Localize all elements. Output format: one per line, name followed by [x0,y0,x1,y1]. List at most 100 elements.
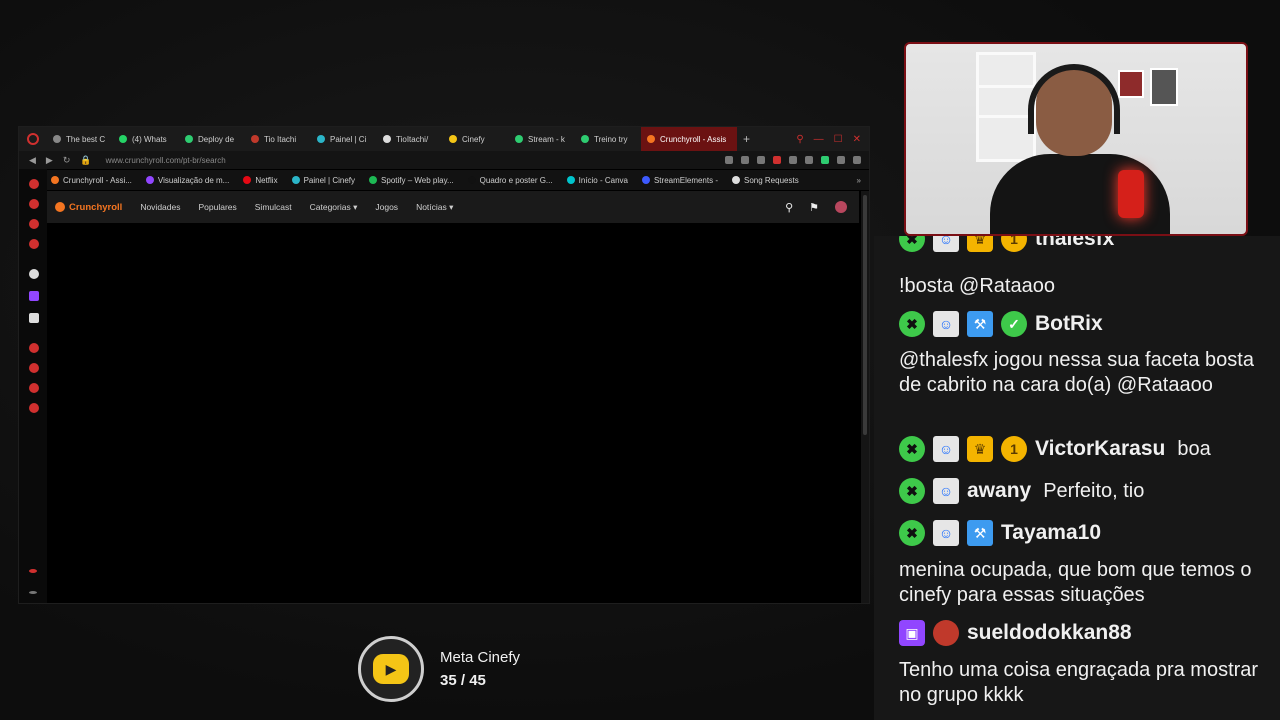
browser-tab[interactable]: (4) Whats [113,127,179,151]
bookmark-label: Visualização de m... [157,175,230,185]
tab-favicon-icon [317,135,325,143]
maximize-icon[interactable]: ☐ [834,134,843,145]
bookmark-item[interactable]: Painel | Cinefy [291,175,356,185]
bookmark-icon[interactable]: ⚑ [809,201,819,214]
tab-label: (4) Whats [132,134,167,144]
bookmark-item[interactable]: Visualização de m... [145,175,230,185]
nav-novidades[interactable]: Novidades [140,202,180,212]
browser-tab[interactable]: Deploy de [179,127,245,151]
chat-username[interactable]: thalesfx [1035,236,1114,251]
zoom-icon[interactable] [725,156,733,164]
bookmark-item[interactable]: Início - Canva [566,176,628,185]
chat-message: Perfeito, tio [1043,479,1145,502]
minimize-icon[interactable]: — [814,134,824,145]
crunchyroll-header: Crunchyroll Novidades Populares Simulcas… [47,191,859,223]
tab-active[interactable]: Crunchyroll - Assis [641,127,737,151]
opera-icon[interactable] [27,133,39,145]
bookmark-item[interactable]: Quadro e poster G... [467,176,553,185]
sidebar-gx-logo-icon[interactable] [29,569,37,573]
sidebar-clock-icon[interactable] [29,363,39,373]
profile-avatar[interactable] [835,201,847,213]
sidebar-gamepad-icon[interactable] [29,383,39,393]
browser-tab[interactable]: Cinefy [443,127,509,151]
mod-badge-icon: ✖ [899,236,925,252]
chat-message: menina ocupada, que bom que temos o cine… [899,559,1252,606]
sidebar-app-icon[interactable] [29,269,39,279]
snapshot-icon[interactable] [757,156,765,164]
download-icon[interactable] [837,156,845,164]
sidebar-gx-icon[interactable] [29,219,39,229]
chat-username[interactable]: Tayama10 [1001,521,1101,545]
webcam-shelf [976,52,1036,162]
sidebar-aria-icon[interactable] [29,179,39,189]
back-icon[interactable]: ◀ [29,155,36,166]
search-icon[interactable]: ⚲ [785,201,793,214]
bot-badge-icon: ☺ [933,520,959,546]
heart-icon[interactable] [773,156,781,164]
close-icon[interactable]: ✕ [853,134,861,145]
bookmark-favicon-icon [51,176,59,184]
meta-text: Meta Cinefy 35 / 45 [440,649,520,689]
bookmark-favicon-icon [641,176,650,184]
search-tabs-icon[interactable]: ⚲ [796,134,803,145]
bookmark-label: Song Requests [744,175,799,185]
sidebar-tracker-icon[interactable] [29,239,39,249]
sidebar-more-icon[interactable] [29,591,37,594]
chat-user-row: ✖ ☺ awany Perfeito, tio [899,478,1144,504]
chat-username[interactable]: sueldodokkan88 [967,621,1132,645]
forward-icon[interactable]: ▶ [46,155,53,166]
browser-tab[interactable]: Treino try [575,127,641,151]
bookmark-item[interactable]: StreamElements - [641,176,718,185]
chat-username[interactable]: BotRix [1035,312,1103,336]
crunchyroll-logo[interactable]: Crunchyroll [55,202,122,213]
reload-icon[interactable]: ↻ [63,155,71,166]
sidebar-settings-icon[interactable] [29,403,39,413]
webcam-poster [1150,68,1178,106]
header-actions: ⚲ ⚑ [785,201,859,214]
bookmark-item[interactable]: Netflix [243,176,278,185]
new-tab-icon[interactable]: + [743,132,750,146]
bookmark-item[interactable]: Song Requests [732,176,799,185]
nav-populares[interactable]: Populares [198,202,236,212]
tab-label: Treino try [594,134,628,144]
tab-favicon-icon [185,135,193,143]
sidebar-twitch-icon[interactable] [29,291,39,301]
sidebar-x-icon[interactable] [29,313,39,323]
play-icon[interactable] [789,156,797,164]
chat-message: @thalesfx jogou nessa sua faceta bosta d… [899,349,1254,396]
nav-jogos[interactable]: Jogos [375,202,398,212]
scrollbar-thumb[interactable] [863,195,867,435]
pin-icon[interactable] [741,156,749,164]
nav-categorias[interactable]: Categorias ▾ [310,202,358,213]
sidebar-extension-icon[interactable] [29,199,39,209]
chat-username[interactable]: VictorKarasu [1035,437,1165,461]
browser-tab[interactable]: Painel | Ci [311,127,377,151]
chat-username[interactable]: awany [967,479,1031,503]
url-input[interactable]: www.crunchyroll.com/pt-br/search [106,156,226,165]
bookmark-label: Painel | Cinefy [303,175,356,185]
bookmarks-bar: Crunchyroll - Assi... Visualização de m..… [19,170,869,190]
browser-tab[interactable]: Stream - k [509,127,575,151]
bookmark-favicon-icon [732,176,740,184]
nav-simulcast[interactable]: Simulcast [255,202,292,212]
bookmark-favicon-icon [243,176,252,184]
meta-goal: 45 [469,672,486,689]
browser-sidebar [19,169,47,603]
sidebar-music-icon[interactable] [29,343,39,353]
browser-tab[interactable]: TioItachi/ [377,127,443,151]
nav-noticias[interactable]: Notícias ▾ [416,202,453,213]
tab-label: Stream - k [528,134,565,144]
scrollbar[interactable] [861,191,869,603]
browser-tab[interactable]: The best C [47,127,113,151]
like-icon[interactable] [805,156,813,164]
settings-icon[interactable] [853,156,861,164]
nav-noticias-label: Notícias [416,201,447,212]
more-bookmarks-icon[interactable]: » [857,176,869,185]
browser-tab[interactable]: Tio Itachi [245,127,311,151]
bookmark-item[interactable]: Crunchyroll - Assi... [51,176,132,185]
mod-badge-icon: ✖ [899,311,925,337]
webcam-headset [1028,64,1120,134]
extension-green-icon[interactable] [821,156,829,164]
bookmark-item[interactable]: Spotify – Web play... [369,176,454,185]
bot-badge-icon: ☺ [933,478,959,504]
